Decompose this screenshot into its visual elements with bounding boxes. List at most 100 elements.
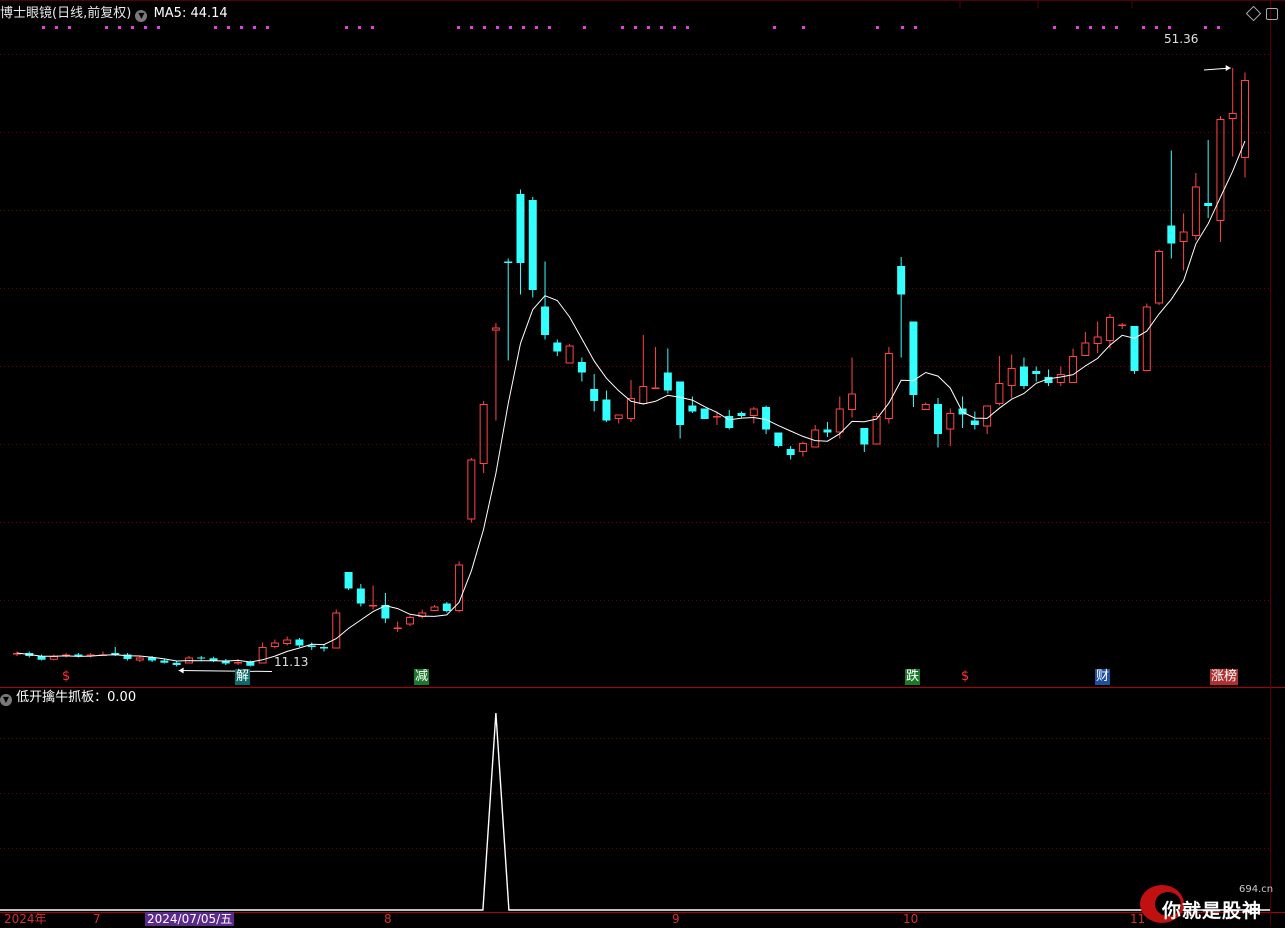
low-price-label: 11.13: [274, 655, 309, 669]
candle-down: [442, 602, 451, 613]
signal-dot: [634, 26, 637, 29]
signal-dot: [253, 26, 256, 29]
signal-dot: [157, 26, 160, 29]
signal-dot: [647, 26, 650, 29]
signal-dot: [1102, 26, 1105, 29]
candle-body: [197, 657, 206, 659]
candle-body: [1032, 371, 1041, 374]
event-tag-reduce[interactable]: 减: [414, 669, 430, 685]
candle-body: [946, 413, 955, 430]
signal-dot: [686, 26, 689, 29]
chevron-down-icon[interactable]: ▼: [0, 694, 12, 706]
candle-down: [197, 656, 206, 661]
candle-up: [1228, 68, 1237, 157]
candle-down: [1032, 366, 1041, 382]
ma5-line: [16, 140, 1246, 663]
candle-down: [970, 411, 979, 430]
candle-body: [614, 414, 623, 419]
signal-dot: [1115, 26, 1118, 29]
candle-up: [49, 654, 58, 661]
candle-body: [405, 617, 414, 625]
candle-body: [700, 408, 709, 419]
signal-dot: [1217, 26, 1220, 29]
candle-down: [307, 642, 316, 650]
candle-down: [786, 446, 795, 460]
candle-up: [405, 615, 414, 626]
candle-up: [1241, 72, 1249, 178]
settings-icon[interactable]: [1266, 8, 1278, 20]
candle-body: [172, 662, 181, 665]
candle-body: [430, 606, 439, 611]
candle-up: [430, 605, 439, 611]
candle-body: [553, 342, 562, 352]
candle-up: [1142, 303, 1151, 371]
candle-up: [651, 347, 660, 389]
signal-dot: [1076, 26, 1079, 29]
watermark-domain: 694.cn: [1239, 884, 1274, 895]
signal-dot: [68, 26, 71, 29]
candle-down: [590, 374, 599, 412]
candle-body: [823, 429, 832, 433]
signal-dot: [1204, 26, 1207, 29]
candle-body: [504, 261, 513, 263]
candle-body: [234, 662, 243, 664]
candle-body: [1179, 231, 1188, 242]
watermark-text: 你就是股神: [1162, 900, 1263, 922]
indicator-name: 博士眼镜(日线,前复权): [0, 6, 132, 21]
candle-body: [356, 588, 365, 604]
watermark-logo: 694.cn 你就是股神: [1136, 880, 1282, 924]
candle-body: [270, 642, 279, 647]
candle-body: [639, 386, 648, 404]
candle-body: [884, 353, 893, 419]
candlestick-series: [13, 68, 1249, 667]
event-tag-finance[interactable]: 财: [1095, 669, 1111, 685]
indicator-gridlines: [0, 738, 1270, 849]
signal-dot: [548, 26, 551, 29]
candle-up: [798, 441, 807, 457]
candle-body: [565, 345, 574, 364]
cursor-date-label: 2024/07/05/五: [145, 912, 235, 926]
candle-down: [1204, 140, 1213, 218]
indicator-panel-label: 低开擒牛抓板：0.00: [16, 690, 137, 705]
candle-body: [848, 393, 857, 410]
event-tag-unlock[interactable]: 解: [235, 669, 251, 685]
signal-dot: [483, 26, 486, 29]
signal-dot: [496, 26, 499, 29]
chevron-down-icon[interactable]: ▼: [135, 10, 148, 22]
candle-body: [160, 660, 169, 663]
candle-up: [983, 405, 992, 434]
candle-up: [872, 413, 881, 445]
candle-body: [712, 416, 721, 418]
candle-up: [995, 356, 1004, 406]
candle-body: [688, 405, 697, 412]
candle-body: [749, 408, 758, 416]
candle-up: [921, 402, 930, 410]
candle-body: [295, 639, 304, 646]
candle-body: [1130, 326, 1139, 371]
event-tag-drop[interactable]: 跌: [905, 669, 921, 685]
low-arrow-head: [178, 667, 184, 674]
price-gridlines: [0, 54, 1270, 601]
candle-up: [62, 653, 71, 658]
axis-label-oct: 10: [903, 912, 919, 926]
signal-dot: [345, 26, 348, 29]
candle-up: [393, 621, 402, 632]
candle-body: [528, 200, 537, 290]
candle-down: [1130, 326, 1139, 374]
high-price-label: 51.36: [1164, 32, 1199, 46]
candle-body: [516, 194, 525, 263]
candle-body: [602, 399, 611, 421]
candle-body: [467, 459, 476, 520]
candle-body: [1105, 317, 1114, 341]
event-tag-top-gainers[interactable]: 涨榜: [1210, 669, 1239, 685]
candle-body: [909, 321, 918, 395]
event-tag-dividend[interactable]: $: [61, 669, 71, 685]
axis-label-aug: 8: [384, 912, 392, 926]
candle-up: [835, 396, 844, 439]
signal-dot-row: [42, 26, 1220, 29]
candle-up: [479, 401, 488, 473]
candle-up: [1216, 116, 1225, 242]
event-tag-dividend-2[interactable]: $: [960, 669, 970, 685]
candle-body: [1093, 336, 1102, 344]
signal-dot: [673, 26, 676, 29]
